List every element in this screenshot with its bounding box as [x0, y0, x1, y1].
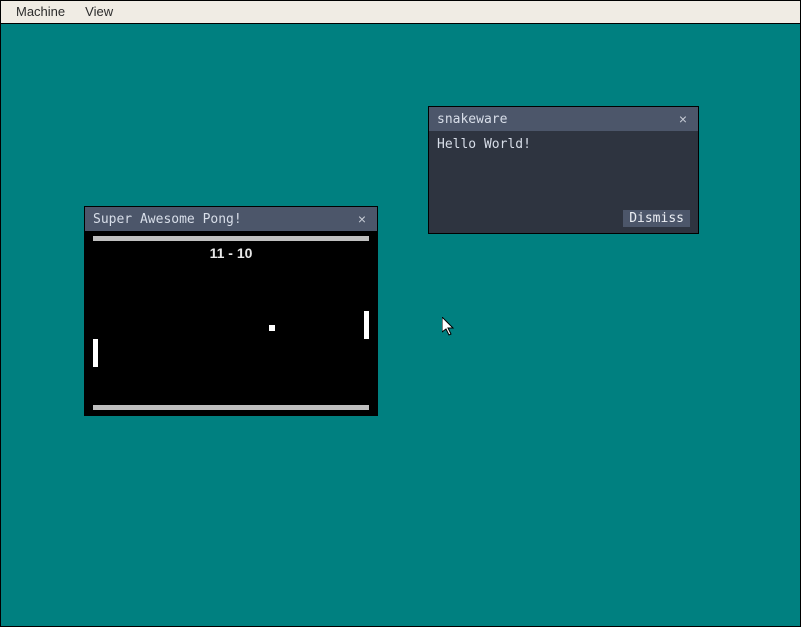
- snakeware-titlebar[interactable]: snakeware ×: [429, 107, 698, 131]
- pong-paddle-left: [93, 339, 98, 367]
- pong-window: Super Awesome Pong! × 11 - 10: [84, 206, 378, 416]
- desktop: Super Awesome Pong! × 11 - 10 snakeware …: [1, 24, 800, 626]
- close-icon[interactable]: ×: [674, 110, 692, 128]
- pong-playfield[interactable]: 11 - 10: [85, 231, 377, 415]
- snakeware-dialog: snakeware × Hello World! Dismiss: [428, 106, 699, 234]
- pong-bottom-wall: [93, 405, 369, 410]
- pong-titlebar[interactable]: Super Awesome Pong! ×: [85, 207, 377, 231]
- dismiss-button[interactable]: Dismiss: [623, 210, 690, 227]
- pong-paddle-right: [364, 311, 369, 339]
- pong-score: 11 - 10: [85, 245, 377, 261]
- snakeware-message: Hello World!: [437, 137, 690, 152]
- snakeware-body: Hello World! Dismiss: [429, 131, 698, 233]
- snakeware-title: snakeware: [437, 112, 674, 127]
- cursor-icon: [442, 317, 456, 337]
- close-icon[interactable]: ×: [353, 210, 371, 228]
- menu-machine[interactable]: Machine: [6, 2, 75, 21]
- menu-view[interactable]: View: [75, 2, 123, 21]
- pong-top-wall: [93, 236, 369, 241]
- pong-ball: [269, 325, 275, 331]
- host-menubar: Machine View: [0, 0, 801, 24]
- pong-title: Super Awesome Pong!: [93, 212, 353, 227]
